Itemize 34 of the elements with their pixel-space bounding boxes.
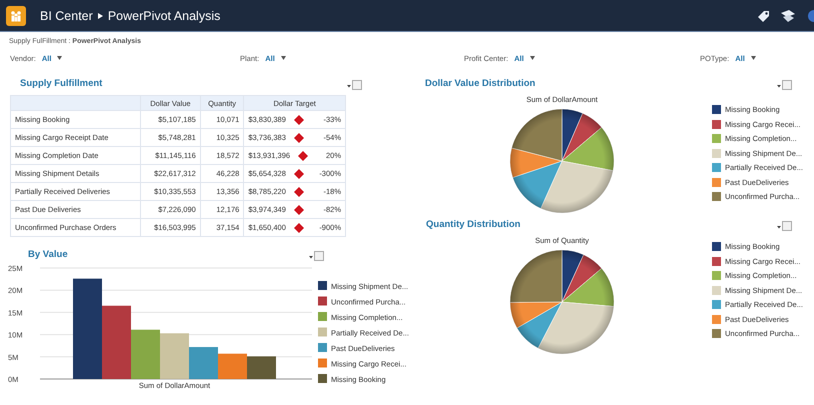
diamond-indicator-icon bbox=[294, 132, 304, 142]
diamond-indicator-icon bbox=[294, 114, 304, 124]
web-part-menu-button[interactable] bbox=[308, 249, 324, 259]
legend-swatch bbox=[318, 374, 327, 383]
diamond-indicator-icon bbox=[294, 186, 304, 196]
diamond-indicator-icon bbox=[294, 222, 304, 232]
legend-swatch bbox=[318, 312, 327, 321]
legend-swatch bbox=[318, 328, 327, 336]
breadcrumb-link[interactable]: BI Center bbox=[40, 8, 93, 22]
section-title: Supply Fulfillment bbox=[20, 78, 102, 88]
diamond-indicator-icon bbox=[294, 168, 304, 178]
people-icon bbox=[9, 8, 23, 22]
dropdown-caret-icon[interactable] bbox=[280, 56, 286, 60]
diamond-indicator-icon bbox=[298, 150, 308, 160]
section-title: Dollar Value Distribution bbox=[425, 78, 536, 88]
site-logo[interactable] bbox=[6, 6, 26, 26]
dropdown-caret-icon[interactable] bbox=[57, 56, 62, 60]
web-part-menu-button[interactable] bbox=[776, 219, 792, 229]
legend-swatch bbox=[318, 296, 327, 306]
legend-swatch bbox=[318, 358, 327, 368]
notes-icon[interactable] bbox=[780, 8, 796, 22]
web-part-menu-button[interactable] bbox=[346, 78, 362, 88]
section-title: By Value bbox=[28, 248, 68, 260]
legend-swatch bbox=[318, 281, 327, 290]
globe-icon[interactable] bbox=[806, 8, 814, 22]
dropdown-caret-icon[interactable] bbox=[750, 56, 756, 60]
legend-swatch bbox=[318, 343, 327, 352]
page-title: PowerPivot Analysis bbox=[108, 8, 220, 22]
diamond-indicator-icon bbox=[294, 204, 304, 214]
web-part-menu-button[interactable] bbox=[776, 78, 792, 88]
breadcrumb-arrow-icon bbox=[98, 12, 103, 18]
tag-icon[interactable] bbox=[756, 8, 770, 22]
section-title: Quantity Distribution bbox=[426, 218, 520, 230]
dropdown-caret-icon[interactable] bbox=[530, 56, 535, 60]
